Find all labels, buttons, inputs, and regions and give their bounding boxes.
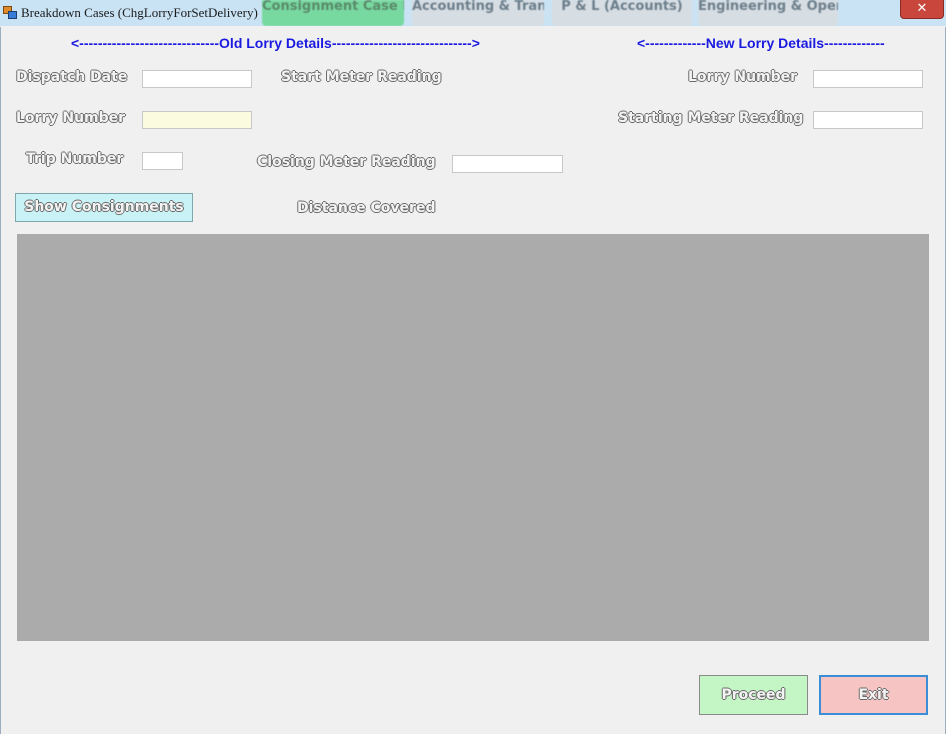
show-consignments-button[interactable]: Show Consignments [15,193,193,222]
title-bar: Breakdown Cases (ChgLorryForSetDelivery)… [0,0,946,26]
exit-button[interactable]: Exit [819,675,928,715]
close-icon: ✕ [916,1,928,16]
dispatch-date-field[interactable] [142,70,252,88]
distance-covered-label: Distance Covered [297,200,436,216]
new-lorry-header: <-------------New Lorry Details---------… [637,35,885,51]
proceed-button[interactable]: Proceed [699,675,808,715]
background-tab-4: Engineering & Operation [698,0,838,26]
background-tab-2: Accounting & Transport [412,0,544,26]
old-lorry-number-field[interactable] [142,111,252,129]
form-client-area: <------------------------------Old Lorry… [0,27,946,734]
consignment-grid[interactable] [17,234,929,641]
closing-meter-field[interactable] [452,155,563,173]
closing-meter-label: Closing Meter Reading [257,154,436,170]
background-tab-1: Consignment Case Dep. [262,0,404,26]
background-tab-3: P & L (Accounts) [552,0,692,26]
start-meter-label: Start Meter Reading [281,69,442,85]
close-button[interactable]: ✕ [900,0,944,19]
old-lorry-number-label: Lorry Number [16,110,126,126]
new-lorry-number-label: Lorry Number [688,69,798,85]
starting-meter-label: Starting Meter Reading [618,110,804,126]
app-icon [3,6,17,19]
trip-number-field[interactable] [142,152,183,170]
new-lorry-number-field[interactable] [813,70,923,88]
starting-meter-field[interactable] [813,111,923,129]
window-title: Breakdown Cases (ChgLorryForSetDelivery) [21,5,258,20]
trip-number-label: Trip Number [26,151,124,167]
dispatch-date-label: Dispatch Date [16,69,128,85]
old-lorry-header: <------------------------------Old Lorry… [71,35,480,51]
